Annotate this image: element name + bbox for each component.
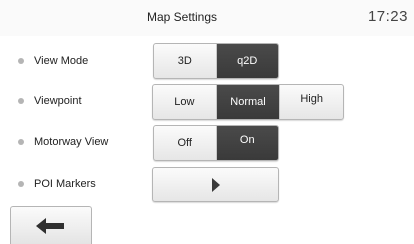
clock: 17:23: [367, 8, 408, 25]
page-title: Map Settings: [146, 10, 218, 24]
option-q2d[interactable]: q2D: [216, 44, 278, 78]
play-arrow-icon: [211, 177, 220, 192]
setting-label-poi-markers: POI Markers: [0, 174, 96, 194]
option-on[interactable]: On: [216, 126, 278, 160]
back-button[interactable]: [10, 206, 92, 244]
setting-label-text: Viewpoint: [34, 95, 82, 107]
setting-label-text: View Mode: [34, 55, 89, 67]
option-normal[interactable]: Normal: [216, 85, 281, 119]
setting-label-text: POI Markers: [34, 178, 96, 190]
view-mode-toggle[interactable]: 3D q2D: [153, 43, 279, 79]
option-off[interactable]: Off: [154, 126, 217, 160]
setting-label-view-mode: View Mode: [0, 51, 88, 71]
option-3d[interactable]: 3D: [154, 44, 217, 78]
option-low[interactable]: Low: [153, 85, 217, 119]
header-bar: Map Settings 17:23: [0, 0, 414, 36]
motorway-view-toggle[interactable]: Off On: [153, 125, 279, 161]
viewpoint-toggle[interactable]: Low Normal High: [152, 84, 344, 120]
bullet-icon: [18, 181, 24, 187]
setting-label-viewpoint: Viewpoint: [0, 91, 82, 111]
setting-label-text: Motorway View: [34, 136, 109, 148]
setting-label-motorway-view: Motorway View: [0, 132, 108, 152]
option-high[interactable]: High: [280, 85, 343, 119]
bullet-icon: [18, 58, 24, 64]
left-arrow-icon: [36, 217, 64, 234]
bullet-icon: [18, 98, 24, 104]
bullet-icon: [18, 139, 24, 145]
poi-markers-button[interactable]: [152, 167, 279, 202]
